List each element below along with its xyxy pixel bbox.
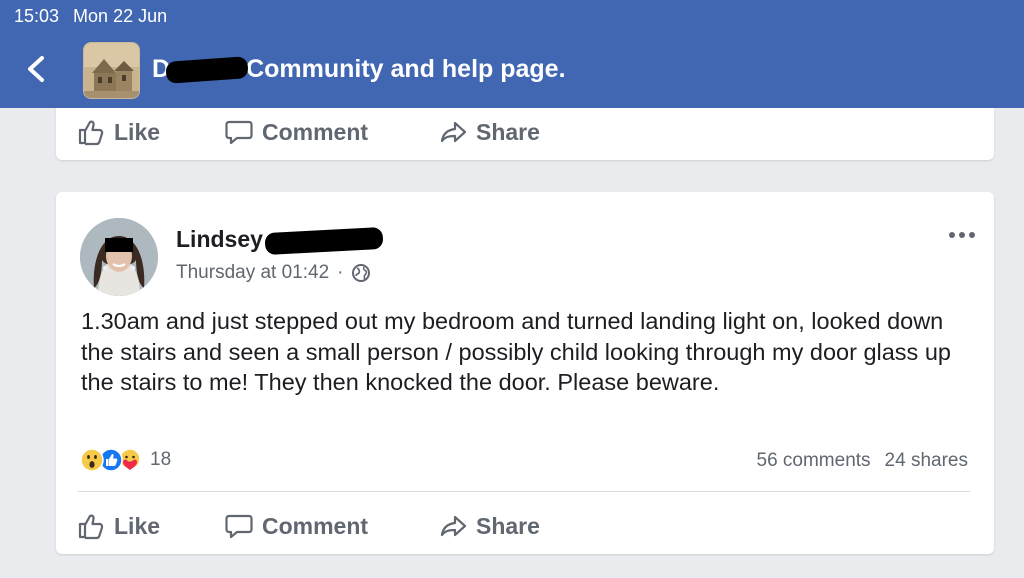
post-body: 1.30am and just stepped out my bedroom a… (81, 308, 951, 395)
comment-button[interactable]: Comment (224, 112, 368, 152)
post-meta: Thursday at 01:42 · (176, 262, 371, 284)
like-label: Like (114, 118, 161, 145)
like-label: Like (114, 512, 161, 539)
post-timestamp[interactable]: Thursday at 01:42 (176, 262, 329, 284)
meta-separator: · (337, 262, 344, 283)
thumbs-up-icon (78, 120, 104, 146)
redaction-mark (264, 226, 384, 255)
share-icon (440, 515, 467, 537)
comment-icon (225, 120, 253, 145)
comment-label: Comment (262, 512, 369, 539)
chevron-left-icon[interactable] (22, 54, 50, 84)
status-date: Mon 22 Jun (73, 6, 168, 26)
comment-label: Comment (262, 118, 369, 145)
app-header: 15:03 Mon 22 Jun D Community and help page… (0, 0, 1024, 108)
share-label: Share (476, 118, 540, 145)
title-suffix: Community and help page. (246, 55, 566, 83)
comment-icon (225, 514, 253, 539)
like-button[interactable]: Like (76, 112, 160, 152)
author-first-name: Lindsey (176, 226, 263, 252)
comment-button[interactable]: Comment (224, 506, 368, 546)
shares-count[interactable]: 24 shares (885, 450, 968, 471)
share-icon (440, 121, 467, 143)
divider (78, 491, 970, 492)
reaction-summary[interactable]: 18 (80, 448, 171, 472)
author-name[interactable]: Lindsey (176, 226, 384, 255)
share-button[interactable]: Share (438, 112, 540, 152)
author-avatar[interactable] (80, 218, 158, 296)
share-button[interactable]: Share (438, 506, 540, 546)
more-options-icon[interactable] (948, 230, 976, 240)
thumbs-up-icon (78, 514, 104, 540)
wow-reaction-icon (80, 448, 104, 472)
globe-icon (352, 264, 371, 282)
previous-post-card: Like Comment Share (56, 108, 994, 160)
post-actions: Like Comment Share (76, 506, 676, 546)
redaction-mark (165, 56, 249, 85)
post-card: Lindsey Thursday at 01:42 · 1.30am and j… (56, 192, 994, 554)
group-avatar[interactable] (83, 42, 140, 99)
previous-post-actions: Like Comment Share (76, 112, 676, 152)
reaction-count: 18 (150, 449, 172, 470)
engagement-stats: 56 comments 24 shares (757, 450, 969, 472)
comments-count[interactable]: 56 comments (757, 450, 871, 471)
page-title[interactable]: D Community and help page. (152, 55, 566, 85)
like-button[interactable]: Like (76, 506, 160, 546)
status-time: 15:03 (14, 6, 60, 26)
status-bar: 15:03 Mon 22 Jun (14, 6, 167, 27)
share-label: Share (476, 512, 540, 539)
